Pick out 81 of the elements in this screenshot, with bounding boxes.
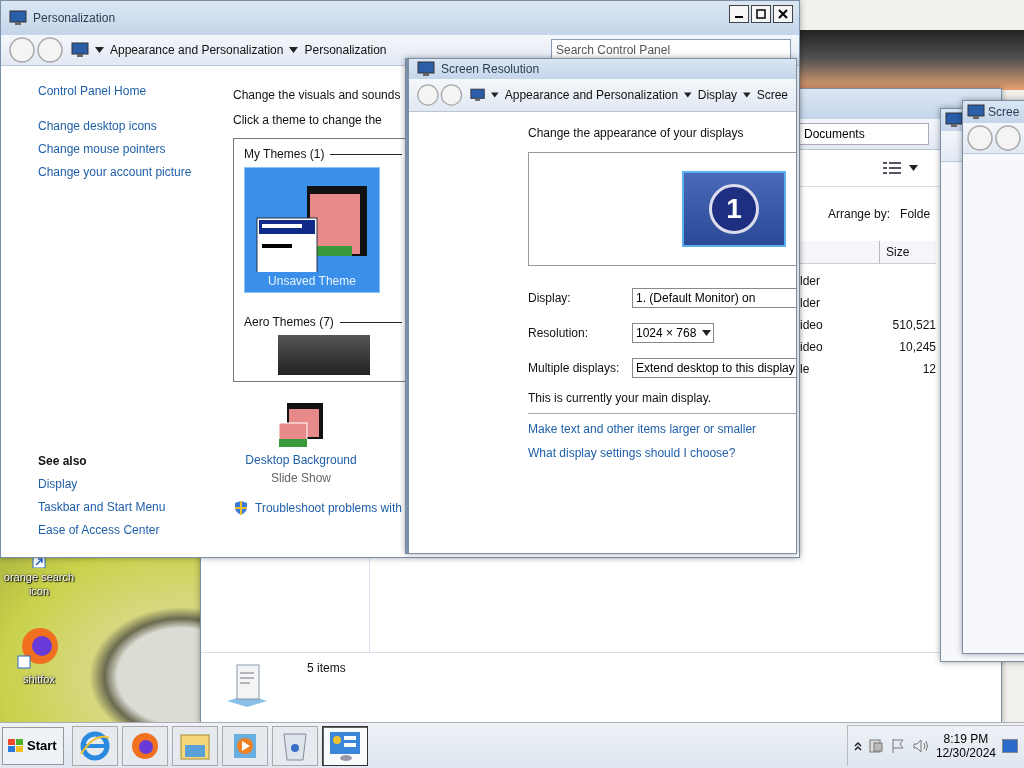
maximize-button[interactable] (751, 5, 771, 23)
field-label: Resolution: (528, 325, 590, 340)
field-label: Multiple displays: (528, 360, 621, 375)
sidebar-link[interactable]: Change desktop icons (38, 119, 231, 133)
type-cell-text: lder (800, 274, 821, 288)
caret-icon[interactable] (491, 92, 499, 98)
control-panel-icon (470, 87, 486, 103)
caret-icon[interactable] (684, 92, 692, 98)
close-icon (778, 9, 788, 19)
monitor-icon (417, 61, 435, 77)
help-link[interactable]: Make text and other items larger or smaller (528, 422, 796, 436)
window-title: Scree (988, 105, 1020, 119)
theme-group-heading: My Themes (1) (244, 147, 325, 161)
caret-icon[interactable] (289, 47, 299, 53)
monitor-tile[interactable]: 1 (682, 171, 786, 247)
speaker-icon[interactable] (911, 738, 930, 754)
browser-e-icon (78, 729, 111, 762)
monitor-icon (967, 104, 985, 120)
breadcrumb-item[interactable]: Personalization (304, 43, 387, 57)
see-also-link[interactable]: Ease of Access Center (38, 523, 231, 537)
settings-field[interactable]: Extend desktop to this display (632, 357, 796, 378)
flag-icon[interactable] (889, 738, 906, 754)
troubleshoot-link[interactable]: Troubleshoot problems with (255, 501, 402, 515)
taskbar-button[interactable] (121, 725, 168, 766)
settings-link[interactable]: Desktop Background (245, 453, 357, 467)
chevron-up-icon[interactable] (853, 741, 862, 751)
search-field[interactable]: Search Control Panel (551, 39, 791, 61)
view-icon[interactable] (883, 161, 901, 175)
breadcrumb-item[interactable]: Display (697, 88, 738, 102)
close-button[interactable] (773, 5, 793, 23)
settings-subtitle: Slide Show (270, 471, 331, 485)
field-label: Display: (528, 290, 572, 305)
resolution-dropdown[interactable]: 1024 × 768 (632, 322, 714, 343)
column-header[interactable]: Size (880, 245, 936, 259)
theme-group-heading: Aero Themes (7) (244, 315, 334, 329)
intro-text: Change the visuals and sounds (233, 88, 402, 102)
help-link[interactable]: What display settings should I choose? (528, 446, 796, 460)
caret-icon[interactable] (909, 165, 918, 171)
address-bar[interactable]: Documents (799, 123, 929, 145)
monitor-icon (945, 112, 963, 128)
sidebar-link[interactable]: Change your account picture (38, 165, 231, 179)
monitor-icon (9, 10, 27, 26)
caret-icon[interactable] (702, 329, 711, 336)
type-cell-text: lder (800, 296, 821, 310)
window-title: Screen Resolution (441, 62, 540, 76)
arrange-dropdown[interactable]: Folde (900, 207, 931, 221)
sidebar-link[interactable]: Change mouse pointers (38, 142, 231, 156)
breadcrumb-item[interactable]: Scree (756, 88, 788, 102)
caret-icon[interactable] (95, 47, 104, 53)
clock[interactable]: 8:19 PM 12/30/2024 (935, 732, 996, 760)
arrange-label: Arrange by: (828, 207, 891, 221)
monitor-number: 1 (709, 184, 759, 234)
taskbar-button[interactable] (321, 725, 368, 766)
type-cell-text: ideo (800, 318, 824, 332)
type-cell-text: le (800, 362, 811, 376)
start-button[interactable]: Start (2, 726, 64, 765)
control-panel-icon (71, 42, 89, 58)
section-heading: Change the appearance of your displays (528, 126, 745, 140)
size-cell-text: 10,245 (898, 340, 936, 354)
see-also-heading: See also (38, 454, 88, 468)
type-cell-text: ideo (800, 340, 824, 354)
see-also-link[interactable]: Display (38, 477, 231, 491)
minimize-button[interactable] (729, 5, 749, 23)
wallpaper-icon (277, 401, 325, 449)
breadcrumb-item[interactable]: Appearance and Personalization (110, 43, 284, 57)
window-title: Personalization (33, 11, 116, 25)
item-count: 5 items (307, 661, 346, 675)
intro-text: Click a theme to change the (233, 113, 383, 127)
caret-icon[interactable] (743, 92, 751, 98)
shield-icon (233, 500, 249, 516)
sidebar-link[interactable]: Control Panel Home (38, 84, 231, 98)
size-cell-text: 510,521 (891, 318, 936, 332)
size-cell-text: 12 (921, 362, 936, 376)
see-also-link[interactable]: Taskbar and Start Menu (38, 500, 231, 514)
maximize-icon (756, 9, 766, 19)
network-icon[interactable] (867, 738, 884, 754)
breadcrumb-item[interactable]: Appearance and Personalization (504, 88, 679, 102)
windows-logo-icon (7, 737, 25, 754)
control-panel-icon (327, 729, 362, 762)
main-display-note: This is currently your main display. (528, 391, 713, 405)
settings-field[interactable]: 1. (Default Monitor) on (632, 287, 796, 308)
